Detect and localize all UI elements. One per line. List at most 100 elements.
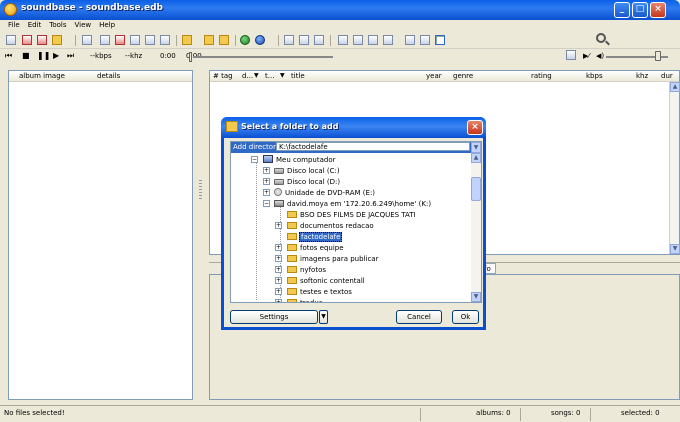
search-icon[interactable] (596, 33, 606, 43)
network-drive-icon (274, 200, 284, 207)
folder-icon[interactable] (204, 35, 214, 45)
scroll-up-icon[interactable]: ▲ (670, 82, 680, 92)
track-list-scrollbar[interactable]: ▲ ▼ (669, 82, 680, 254)
menu-tools[interactable]: Tools (45, 20, 70, 29)
settings-dropdown-icon[interactable]: ▼ (319, 310, 328, 324)
web-icon[interactable] (240, 35, 250, 45)
cancel-button[interactable]: Cancel (396, 310, 442, 324)
column-tag[interactable]: # tag (213, 72, 233, 80)
chevron-down-icon[interactable]: ▼ (471, 142, 481, 153)
scroll-down-icon[interactable]: ▼ (670, 244, 680, 254)
column-track[interactable]: t... (265, 72, 274, 80)
collapse-icon[interactable]: − (251, 156, 258, 163)
tree-scrollbar[interactable]: ▲ ▼ (471, 153, 481, 302)
play-icon[interactable]: ▶ (53, 51, 59, 61)
scroll-up-icon[interactable]: ▲ (471, 153, 481, 163)
tree-node-label: nyfotos (300, 266, 327, 274)
volume-icon[interactable]: ◀) (596, 51, 604, 61)
layout-9-icon[interactable] (420, 35, 430, 45)
expand-icon[interactable]: + (263, 189, 270, 196)
dvd-icon (274, 188, 282, 196)
column-year[interactable]: year (426, 72, 442, 80)
seek-bar[interactable] (193, 56, 333, 58)
minimize-button[interactable]: _ (614, 2, 630, 18)
settings-button[interactable]: Settings (230, 310, 318, 324)
expand-icon[interactable]: + (275, 266, 282, 273)
column-details[interactable]: details (97, 72, 120, 80)
menu-help[interactable]: Help (95, 20, 119, 29)
menu-file[interactable]: File (0, 20, 24, 29)
menu-edit[interactable]: Edit (24, 20, 46, 29)
folder-icon (287, 222, 297, 229)
title-bar: soundbase - soundbase.edb _ □ × (0, 0, 680, 20)
tree-node-label: fotos equipe (300, 244, 344, 252)
shuffle-icon[interactable]: ▶⁄ (583, 51, 590, 61)
expand-icon[interactable]: + (275, 299, 282, 302)
expand-icon[interactable]: + (275, 277, 282, 284)
view-5-icon[interactable] (160, 35, 170, 45)
folder-up-icon[interactable] (219, 35, 229, 45)
folder-tree[interactable]: Add directory K:\factodelafe ▼ − Meu com… (230, 141, 482, 303)
new-icon[interactable] (6, 35, 16, 45)
expand-icon[interactable]: + (275, 222, 282, 229)
view-1-icon[interactable] (100, 35, 110, 45)
volume-thumb[interactable] (655, 51, 661, 61)
next-icon[interactable]: ⏭ (67, 51, 74, 61)
layout-5-icon[interactable] (353, 35, 363, 45)
album-panel[interactable]: album image details (8, 70, 193, 400)
open-database-icon[interactable] (22, 35, 32, 45)
toolbar-separator (330, 35, 331, 46)
layout-10-icon[interactable] (435, 35, 445, 45)
layout-7-icon[interactable] (383, 35, 393, 45)
ok-button[interactable]: Ok (452, 310, 479, 324)
expand-icon[interactable]: + (263, 167, 270, 174)
column-duration[interactable]: dur (661, 72, 673, 80)
tree-node-label: BSO DES FILMS DE JACQUES TATI (300, 211, 416, 219)
expand-icon[interactable]: + (275, 255, 282, 262)
layout-2-icon[interactable] (299, 35, 309, 45)
scroll-thumb[interactable] (471, 177, 481, 201)
column-title[interactable]: title (291, 72, 305, 80)
tree-node-label: documentos redacao (300, 222, 374, 230)
save-icon[interactable] (37, 35, 47, 45)
menu-view[interactable]: View (71, 20, 96, 29)
folder-icon (287, 266, 297, 273)
close-button[interactable]: × (650, 2, 666, 18)
toolbar-separator (176, 35, 177, 46)
view-3-icon[interactable] (130, 35, 140, 45)
layout-1-icon[interactable] (284, 35, 294, 45)
column-rating[interactable]: rating (531, 72, 552, 80)
layout-3-icon[interactable] (314, 35, 324, 45)
dialog-close-button[interactable]: × (467, 120, 483, 135)
column-album-image[interactable]: album image (19, 72, 65, 80)
expand-icon[interactable]: + (275, 288, 282, 295)
pause-icon[interactable]: ❚❚ (37, 51, 50, 61)
seek-thumb[interactable] (189, 52, 192, 62)
open-folder-icon (287, 233, 297, 240)
open-folder-icon[interactable] (52, 35, 62, 45)
view-4-icon[interactable] (145, 35, 155, 45)
internet-icon[interactable] (255, 35, 265, 45)
collapse-icon[interactable]: − (263, 200, 270, 207)
column-genre[interactable]: genre (453, 72, 473, 80)
layout-4-icon[interactable] (338, 35, 348, 45)
column-khz[interactable]: khz (636, 72, 648, 80)
scroll-down-icon[interactable]: ▼ (471, 292, 481, 302)
layout-8-icon[interactable] (405, 35, 415, 45)
previous-icon[interactable]: ⏮ (5, 51, 12, 61)
column-kbps[interactable]: kbps (586, 72, 603, 80)
maximize-button[interactable]: □ (632, 2, 648, 18)
add-folder-icon[interactable] (182, 35, 192, 45)
expand-icon[interactable]: + (275, 244, 282, 251)
stop-icon[interactable]: ■ (22, 51, 30, 61)
album-panel-header: album image details (9, 71, 192, 82)
tools-icon[interactable] (82, 35, 92, 45)
column-disc[interactable]: d... (242, 72, 253, 80)
vertical-splitter[interactable] (199, 180, 202, 200)
list-view-icon[interactable] (566, 50, 576, 60)
address-input[interactable]: K:\factodelafe (276, 142, 470, 151)
layout-6-icon[interactable] (368, 35, 378, 45)
select-folder-dialog: Select a folder to add × Add directory K… (221, 117, 486, 330)
view-2-icon[interactable] (115, 35, 125, 45)
expand-icon[interactable]: + (263, 178, 270, 185)
